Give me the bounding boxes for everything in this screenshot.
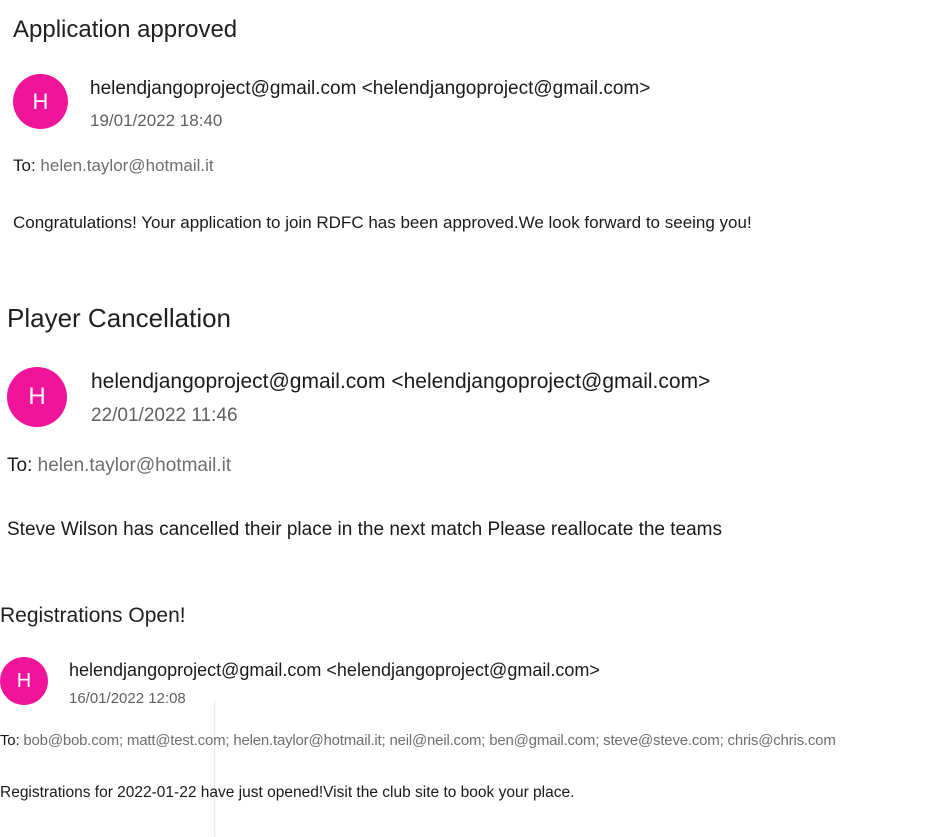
to-label: To: [0,732,20,749]
sender-avatar[interactable]: H [0,657,48,705]
recipient-list[interactable]: helen.taylor@hotmail.it [40,156,213,175]
avatar-initial: H [28,383,46,410]
to-label: To: [13,156,36,175]
sender-avatar[interactable]: H [13,74,68,129]
sender-address[interactable]: helendjangoproject@gmail.com <helendjang… [91,370,710,394]
sender-avatar[interactable]: H [7,367,67,427]
to-line: To: helen.taylor@hotmail.it [7,455,231,477]
email-date: 16/01/2022 12:08 [69,690,186,707]
to-line: To: bob@bob.com; matt@test.com; helen.ta… [0,732,836,749]
recipient-list[interactable]: bob@bob.com; matt@test.com; helen.taylor… [23,732,835,749]
email-date: 22/01/2022 11:46 [91,405,238,426]
email-subject: Application approved [13,16,238,43]
sender-address[interactable]: helendjangoproject@gmail.com <helendjang… [90,78,650,100]
email-message-registrations-open: Registrations Open! H helendjangoproject… [0,595,925,837]
email-body: Congratulations! Your application to joi… [13,213,752,232]
email-date: 19/01/2022 18:40 [90,111,223,130]
to-label: To: [7,455,33,476]
email-message-player-cancellation: Player Cancellation H helendjangoproject… [0,290,925,590]
recipient-list[interactable]: helen.taylor@hotmail.it [38,455,232,476]
panel-edge-divider [214,700,216,837]
email-subject: Player Cancellation [7,303,232,333]
email-body: Registrations for 2022-01-22 have just o… [0,784,575,801]
to-line: To: helen.taylor@hotmail.it [13,156,214,176]
email-subject: Registrations Open! [0,604,186,627]
email-body: Steve Wilson has cancelled their place i… [7,519,722,540]
avatar-initial: H [16,669,32,692]
avatar-initial: H [32,88,49,114]
sender-address[interactable]: helendjangoproject@gmail.com <helendjang… [69,660,600,681]
email-message-application-approved: Application approved H helendjangoprojec… [0,0,925,280]
